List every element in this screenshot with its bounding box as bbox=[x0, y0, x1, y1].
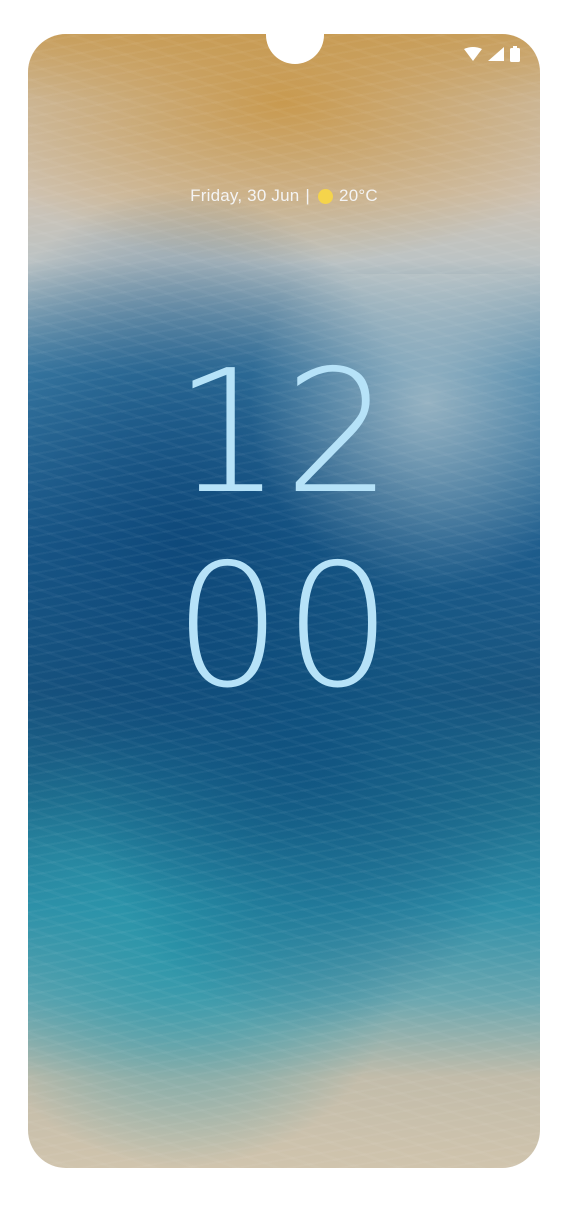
battery-icon bbox=[510, 46, 520, 67]
clock-hour: 12 bbox=[173, 334, 395, 532]
wifi-icon bbox=[464, 47, 482, 66]
signal-icon bbox=[488, 47, 504, 66]
date-weather-line: Friday, 30 Jun | 20°C bbox=[28, 186, 540, 206]
lock-screen: Friday, 30 Jun | 20°C 12 00 bbox=[28, 34, 540, 1168]
status-bar bbox=[464, 46, 520, 67]
date-text: Friday, 30 Jun bbox=[190, 186, 300, 205]
camera-notch bbox=[266, 34, 324, 64]
sun-icon bbox=[318, 188, 334, 204]
separator: | bbox=[305, 186, 311, 205]
clock-minute: 00 bbox=[173, 528, 395, 726]
temperature-text: 20°C bbox=[339, 186, 378, 205]
